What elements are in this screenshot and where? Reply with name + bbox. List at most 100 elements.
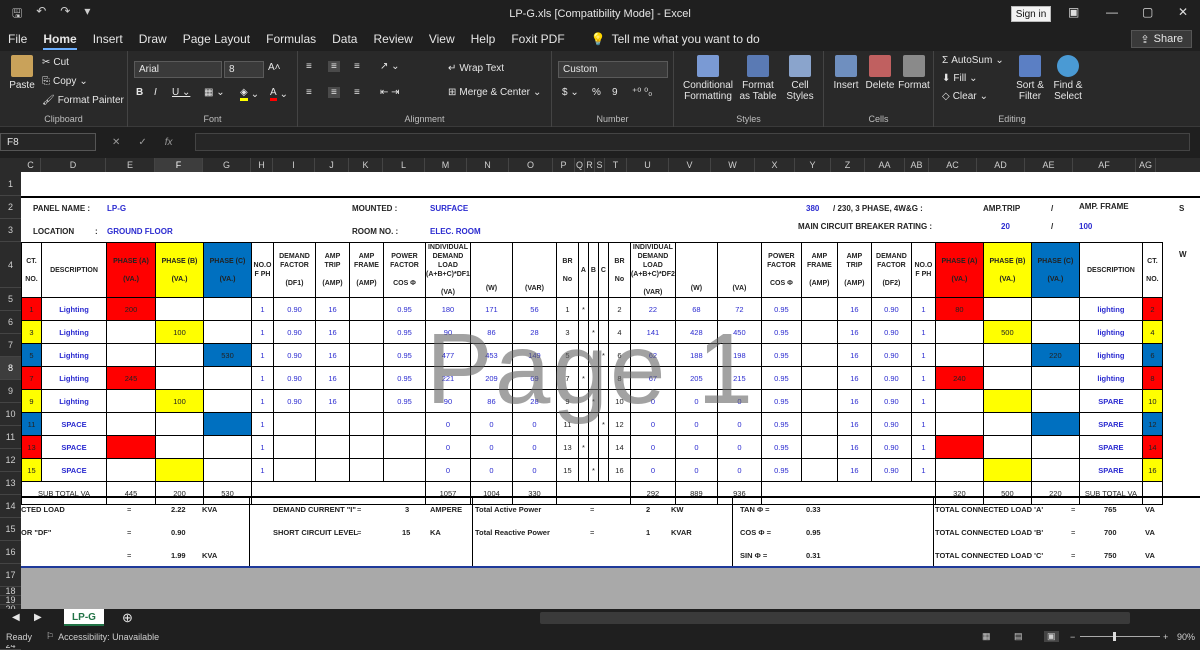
row-header-15[interactable]: 15 bbox=[0, 518, 21, 541]
table-cell[interactable] bbox=[587, 297, 599, 321]
table-cell[interactable]: 0.90 bbox=[870, 412, 912, 436]
table-cell[interactable]: 500 bbox=[982, 320, 1032, 344]
table-cell[interactable]: 0 bbox=[629, 389, 676, 413]
table-cell[interactable] bbox=[383, 435, 426, 459]
table-cell[interactable]: 1 bbox=[555, 297, 579, 321]
table-cell[interactable]: lighting bbox=[1078, 297, 1143, 321]
column-header-v[interactable]: V bbox=[669, 158, 711, 172]
insert-cells-button[interactable]: Insert bbox=[828, 55, 864, 91]
tab-review[interactable]: Review bbox=[365, 32, 420, 46]
conditional-formatting-button[interactable]: Conditional Formatting bbox=[680, 55, 736, 102]
table-cell[interactable] bbox=[155, 297, 204, 321]
table-cell[interactable] bbox=[273, 412, 316, 436]
borders-icon[interactable]: ▦ ⌄ bbox=[204, 87, 225, 98]
align-top-icon[interactable]: ≡ bbox=[306, 61, 312, 72]
table-cell[interactable] bbox=[315, 458, 350, 482]
table-cell[interactable]: Lighting bbox=[41, 343, 107, 367]
table-cell[interactable]: SPARE bbox=[1078, 435, 1143, 459]
table-cell[interactable]: 0.90 bbox=[273, 389, 316, 413]
table-cell[interactable] bbox=[597, 297, 609, 321]
tab-page-layout[interactable]: Page Layout bbox=[175, 32, 258, 46]
column-header-q[interactable]: Q bbox=[575, 158, 585, 172]
table-cell[interactable]: 0 bbox=[716, 389, 762, 413]
table-cell[interactable]: 0 bbox=[716, 458, 762, 482]
clear-button[interactable]: ◇ Clear ⌄ bbox=[942, 91, 988, 102]
table-cell[interactable]: 0.90 bbox=[870, 366, 912, 390]
row-header-12[interactable]: 12 bbox=[0, 449, 21, 472]
table-cell[interactable]: 16 bbox=[836, 343, 872, 367]
table-cell[interactable]: 3 bbox=[21, 320, 42, 344]
prev-sheet-icon[interactable]: ◀ bbox=[12, 612, 20, 623]
table-cell[interactable] bbox=[203, 435, 252, 459]
subtotal-cell[interactable]: SUB TOTAL VA bbox=[1078, 481, 1143, 505]
column-header-t[interactable]: T bbox=[605, 158, 627, 172]
table-cell[interactable]: 5 bbox=[21, 343, 42, 367]
table-cell[interactable] bbox=[587, 343, 599, 367]
table-cell[interactable] bbox=[349, 343, 384, 367]
table-cell[interactable] bbox=[1030, 412, 1080, 436]
table-cell[interactable]: 8 bbox=[607, 366, 631, 390]
sheet-tab-lp-g[interactable]: LP-G bbox=[64, 609, 104, 626]
tab-draw[interactable]: Draw bbox=[131, 32, 175, 46]
tab-file[interactable]: File bbox=[0, 32, 35, 46]
table-cell[interactable]: 14 bbox=[607, 435, 631, 459]
subtotal-cell[interactable]: 1057 bbox=[425, 481, 471, 505]
subtotal-cell[interactable]: 530 bbox=[203, 481, 252, 505]
table-cell[interactable]: 245 bbox=[106, 366, 156, 390]
table-cell[interactable] bbox=[155, 412, 204, 436]
table-cell[interactable]: Lighting bbox=[41, 320, 107, 344]
table-cell[interactable] bbox=[934, 343, 984, 367]
table-cell[interactable]: 0 bbox=[469, 412, 513, 436]
subtotal-cell[interactable] bbox=[760, 481, 936, 505]
row-header-13[interactable]: 13 bbox=[0, 472, 21, 495]
close-icon[interactable]: ✕ bbox=[1178, 5, 1188, 19]
table-cell[interactable]: 1 bbox=[251, 389, 274, 413]
table-cell[interactable]: 0 bbox=[674, 412, 718, 436]
column-header-d[interactable]: D bbox=[41, 158, 106, 172]
table-cell[interactable]: * bbox=[587, 389, 599, 413]
table-cell[interactable] bbox=[1030, 458, 1080, 482]
table-cell[interactable]: 16 bbox=[1141, 458, 1163, 482]
minimize-icon[interactable]: — bbox=[1106, 5, 1118, 19]
share-button[interactable]: ⇪ Share bbox=[1131, 30, 1192, 48]
subtotal-cell[interactable]: 445 bbox=[106, 481, 156, 505]
table-cell[interactable]: 205 bbox=[674, 366, 718, 390]
table-cell[interactable]: 0 bbox=[716, 435, 762, 459]
table-cell[interactable]: 0 bbox=[674, 389, 718, 413]
table-cell[interactable]: 0.95 bbox=[383, 389, 426, 413]
table-cell[interactable]: 1 bbox=[251, 435, 274, 459]
column-header-e[interactable]: E bbox=[106, 158, 155, 172]
subtotal-cell[interactable]: 330 bbox=[511, 481, 557, 505]
table-cell[interactable]: 1 bbox=[251, 366, 274, 390]
table-cell[interactable]: 0.95 bbox=[760, 343, 802, 367]
table-cell[interactable]: lighting bbox=[1078, 343, 1143, 367]
table-cell[interactable]: 68 bbox=[674, 297, 718, 321]
table-cell[interactable]: 0 bbox=[629, 412, 676, 436]
table-cell[interactable]: 5 bbox=[555, 343, 579, 367]
table-cell[interactable] bbox=[934, 389, 984, 413]
subtotal-cell[interactable]: 320 bbox=[934, 481, 984, 505]
table-cell[interactable]: Lighting bbox=[41, 366, 107, 390]
row-header-3[interactable]: 3 bbox=[0, 219, 21, 242]
table-cell[interactable] bbox=[587, 412, 599, 436]
table-cell[interactable] bbox=[577, 458, 589, 482]
tab-formulas[interactable]: Formulas bbox=[258, 32, 324, 46]
table-cell[interactable]: SPARE bbox=[1078, 412, 1143, 436]
table-cell[interactable] bbox=[203, 412, 252, 436]
table-cell[interactable]: 100 bbox=[155, 320, 204, 344]
cell-styles-button[interactable]: Cell Styles bbox=[780, 55, 820, 102]
comma-icon[interactable]: 9 bbox=[612, 87, 618, 98]
fx-icon[interactable]: fx bbox=[165, 137, 173, 148]
table-cell[interactable]: 12 bbox=[607, 412, 631, 436]
column-header-o[interactable]: O bbox=[509, 158, 553, 172]
table-cell[interactable]: 1 bbox=[910, 389, 936, 413]
table-cell[interactable] bbox=[982, 389, 1032, 413]
tab-foxit-pdf[interactable]: Foxit PDF bbox=[503, 32, 572, 46]
table-cell[interactable]: 0 bbox=[511, 435, 557, 459]
tab-view[interactable]: View bbox=[421, 32, 463, 46]
table-cell[interactable] bbox=[315, 412, 350, 436]
table-cell[interactable]: 6 bbox=[1141, 343, 1163, 367]
table-cell[interactable]: * bbox=[577, 435, 589, 459]
column-header-j[interactable]: J bbox=[315, 158, 349, 172]
table-cell[interactable]: 1 bbox=[251, 297, 274, 321]
